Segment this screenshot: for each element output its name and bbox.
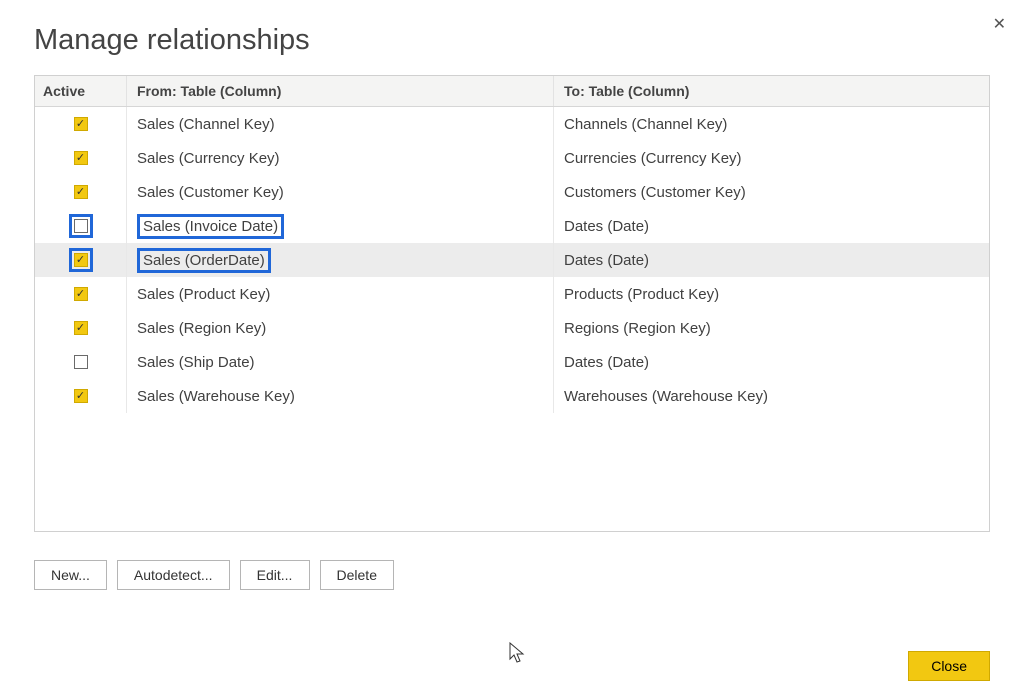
cell-to: Customers (Customer Key): [554, 175, 989, 209]
from-label: Sales (Region Key): [137, 320, 266, 337]
table-row[interactable]: Sales (Warehouse Key) Warehouses (Warehou…: [35, 379, 989, 413]
from-label: Sales (Warehouse Key): [137, 388, 295, 405]
table-row[interactable]: Sales (Region Key) Regions (Region Key): [35, 311, 989, 345]
active-checkbox[interactable]: [74, 151, 88, 165]
table-row[interactable]: Sales (OrderDate) Dates (Date): [35, 243, 989, 277]
highlight-box: Sales (Invoice Date): [137, 214, 284, 239]
cell-to: Dates (Date): [554, 243, 989, 277]
column-header-from[interactable]: From: Table (Column): [127, 76, 554, 106]
table-row[interactable]: Sales (Channel Key) Channels (Channel Key…: [35, 107, 989, 141]
column-header-to[interactable]: To: Table (Column): [554, 76, 989, 106]
cell-to: Currencies (Currency Key): [554, 141, 989, 175]
active-checkbox[interactable]: [74, 253, 88, 267]
cell-active: [35, 345, 127, 379]
table-row[interactable]: Sales (Currency Key) Currencies (Currency…: [35, 141, 989, 175]
cell-to: Channels (Channel Key): [554, 107, 989, 141]
table-body: Sales (Channel Key) Channels (Channel Key…: [35, 107, 989, 532]
from-label: Sales (Currency Key): [137, 150, 280, 167]
table-header: Active From: Table (Column) To: Table (C…: [35, 76, 989, 107]
to-label: Regions (Region Key): [564, 320, 711, 337]
close-button[interactable]: Close: [908, 651, 990, 681]
table-row[interactable]: Sales (Customer Key) Customers (Customer …: [35, 175, 989, 209]
highlight-box: Sales (OrderDate): [137, 248, 271, 273]
cell-from: Sales (Customer Key): [127, 175, 554, 209]
highlight-box: [69, 248, 93, 272]
dialog-button-row: New... Autodetect... Edit... Delete: [34, 560, 990, 590]
relationships-table: Active From: Table (Column) To: Table (C…: [34, 75, 990, 532]
cell-from: Sales (Invoice Date): [127, 209, 554, 243]
cell-from: Sales (Region Key): [127, 311, 554, 345]
table-row[interactable]: Sales (Ship Date) Dates (Date): [35, 345, 989, 379]
to-label: Dates (Date): [564, 354, 649, 371]
to-label: Channels (Channel Key): [564, 116, 727, 133]
delete-button[interactable]: Delete: [320, 560, 394, 590]
active-checkbox[interactable]: [74, 117, 88, 131]
cell-from: Sales (Ship Date): [127, 345, 554, 379]
to-label: Dates (Date): [564, 252, 649, 269]
active-checkbox[interactable]: [74, 219, 88, 233]
active-checkbox[interactable]: [74, 185, 88, 199]
cell-from: Sales (OrderDate): [127, 243, 554, 277]
autodetect-button[interactable]: Autodetect...: [117, 560, 230, 590]
cell-active: [35, 107, 127, 141]
cell-active: [35, 209, 127, 243]
cell-to: Regions (Region Key): [554, 311, 989, 345]
active-checkbox[interactable]: [74, 287, 88, 301]
cell-active: [35, 277, 127, 311]
from-label: Sales (Customer Key): [137, 184, 284, 201]
from-label: Sales (Channel Key): [137, 116, 275, 133]
from-label: Sales (Product Key): [137, 286, 270, 303]
cell-from: Sales (Warehouse Key): [127, 379, 554, 413]
dialog-title: Manage relationships: [0, 0, 1024, 75]
to-label: Products (Product Key): [564, 286, 719, 303]
from-label: Sales (Ship Date): [137, 354, 255, 371]
active-checkbox[interactable]: [74, 321, 88, 335]
from-label: Sales (OrderDate): [143, 252, 265, 269]
cell-to: Dates (Date): [554, 345, 989, 379]
to-label: Warehouses (Warehouse Key): [564, 388, 768, 405]
cell-to: Dates (Date): [554, 209, 989, 243]
cell-active: [35, 379, 127, 413]
new-button[interactable]: New...: [34, 560, 107, 590]
cell-active: [35, 141, 127, 175]
highlight-box: [69, 214, 93, 238]
cell-to: Warehouses (Warehouse Key): [554, 379, 989, 413]
active-checkbox[interactable]: [74, 355, 88, 369]
cell-active: [35, 175, 127, 209]
cell-to: Products (Product Key): [554, 277, 989, 311]
cell-from: Sales (Channel Key): [127, 107, 554, 141]
cell-active: [35, 243, 127, 277]
cell-from: Sales (Product Key): [127, 277, 554, 311]
close-icon[interactable]: ✕: [989, 10, 1010, 38]
cell-from: Sales (Currency Key): [127, 141, 554, 175]
edit-button[interactable]: Edit...: [240, 560, 310, 590]
active-checkbox[interactable]: [74, 389, 88, 403]
table-row[interactable]: Sales (Invoice Date) Dates (Date): [35, 209, 989, 243]
to-label: Customers (Customer Key): [564, 184, 746, 201]
to-label: Dates (Date): [564, 218, 649, 235]
to-label: Currencies (Currency Key): [564, 150, 742, 167]
from-label: Sales (Invoice Date): [143, 218, 278, 235]
cell-active: [35, 311, 127, 345]
cursor-icon: [509, 642, 529, 666]
column-header-active[interactable]: Active: [35, 76, 127, 106]
table-row[interactable]: Sales (Product Key) Products (Product Key…: [35, 277, 989, 311]
